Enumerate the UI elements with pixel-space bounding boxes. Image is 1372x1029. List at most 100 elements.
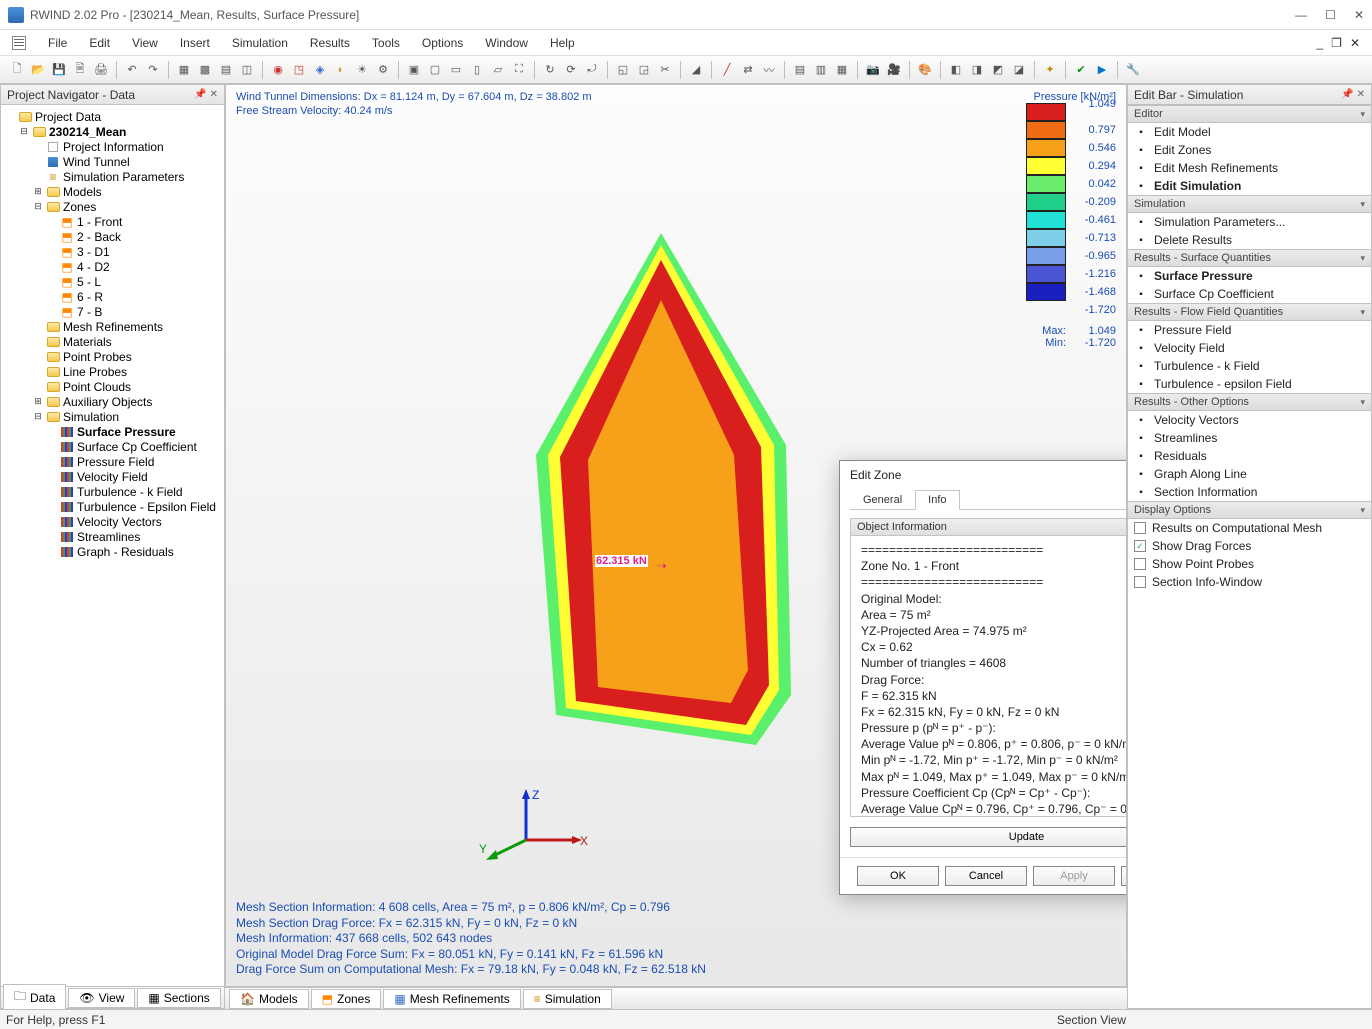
- layers3-icon[interactable]: ▦: [833, 61, 851, 79]
- tree-item[interactable]: Velocity Vectors: [3, 514, 222, 529]
- cancel-button[interactable]: Cancel: [945, 866, 1027, 886]
- view5-icon[interactable]: ▱: [489, 61, 507, 79]
- viewport-3d[interactable]: Wind Tunnel Dimensions: Dx = 81.124 m, D…: [225, 84, 1127, 987]
- tree-item[interactable]: Streamlines: [3, 529, 222, 544]
- tool-camera-icon[interactable]: 🎥: [885, 61, 903, 79]
- overlay-icon[interactable]: ◫: [238, 61, 256, 79]
- tree-item[interactable]: Surface Cp Coefficient: [3, 439, 222, 454]
- persp-icon[interactable]: ◲: [635, 61, 653, 79]
- tab-sections[interactable]: ▦Sections: [137, 988, 220, 1008]
- check-icon[interactable]: ✔: [1072, 61, 1090, 79]
- tree-item[interactable]: Materials: [3, 334, 222, 349]
- tree-item[interactable]: Pressure Field: [3, 454, 222, 469]
- tree-item[interactable]: ⊟Simulation: [3, 409, 222, 424]
- view4-icon[interactable]: ▯: [468, 61, 486, 79]
- menu-window[interactable]: Window: [485, 36, 528, 50]
- paint-icon[interactable]: 🎨: [916, 61, 934, 79]
- camera-icon[interactable]: 📷: [864, 61, 882, 79]
- tree-item[interactable]: ⬒7 - B: [3, 304, 222, 319]
- btab-mesh[interactable]: ▦Mesh Refinements: [383, 989, 520, 1009]
- rs-section[interactable]: Results - Flow Field Quantities▾: [1128, 303, 1371, 321]
- object-info-text[interactable]: ==========================Zone No. 1 - F…: [851, 536, 1127, 816]
- rs-item[interactable]: ▪Edit Zones: [1128, 141, 1371, 159]
- rs-item[interactable]: ▪Velocity Vectors: [1128, 411, 1371, 429]
- new-icon[interactable]: 🗋: [8, 61, 26, 79]
- tree-item[interactable]: ⬒3 - D1: [3, 244, 222, 259]
- redo-icon[interactable]: ↷: [144, 61, 162, 79]
- tree-item[interactable]: ⊞Auxiliary Objects: [3, 394, 222, 409]
- mdi-close-icon[interactable]: ✕: [1350, 36, 1360, 50]
- mdi-restore-icon[interactable]: ❐: [1331, 36, 1342, 50]
- extra4-icon[interactable]: ◪: [1010, 61, 1028, 79]
- tree-item[interactable]: Wind Tunnel: [3, 154, 222, 169]
- tab-info[interactable]: Info: [915, 490, 959, 510]
- tree-item[interactable]: Line Probes: [3, 364, 222, 379]
- tree-item[interactable]: Graph - Residuals: [3, 544, 222, 559]
- arrows-icon[interactable]: ⇄: [739, 61, 757, 79]
- menu-simulation[interactable]: Simulation: [232, 36, 288, 50]
- tree-item[interactable]: ⬒4 - D2: [3, 259, 222, 274]
- rs-item[interactable]: ▪Edit Mesh Refinements: [1128, 159, 1371, 177]
- view3-icon[interactable]: ▭: [447, 61, 465, 79]
- tree-item[interactable]: ⬒5 - L: [3, 274, 222, 289]
- menu-options[interactable]: Options: [422, 36, 463, 50]
- tree-item[interactable]: Point Probes: [3, 349, 222, 364]
- refresh-icon[interactable]: ⟳: [562, 61, 580, 79]
- menu-results[interactable]: Results: [310, 36, 350, 50]
- play-icon[interactable]: ▶: [1093, 61, 1111, 79]
- wand-icon[interactable]: ✦: [1041, 61, 1059, 79]
- apply-button[interactable]: Apply: [1033, 866, 1115, 886]
- print-icon[interactable]: 🖨: [92, 61, 110, 79]
- view2-icon[interactable]: ▢: [426, 61, 444, 79]
- rs-section[interactable]: Results - Surface Quantities▾: [1128, 249, 1371, 267]
- rs-section[interactable]: Editor▾: [1128, 105, 1371, 123]
- save-as-icon[interactable]: 🗎: [71, 61, 89, 79]
- results5-icon[interactable]: ☀: [353, 61, 371, 79]
- editbar-pin-icon[interactable]: 📌 ✕: [1341, 89, 1365, 100]
- menu-help[interactable]: Help: [550, 36, 575, 50]
- rs-item[interactable]: ▪Edit Model: [1128, 123, 1371, 141]
- extra2-icon[interactable]: ◨: [968, 61, 986, 79]
- nav-tree[interactable]: Project Data⊟230214_MeanProject Informat…: [1, 105, 224, 986]
- btab-sim[interactable]: ≡Simulation: [523, 989, 612, 1009]
- tab-data[interactable]: 🗀Data: [3, 984, 66, 1011]
- view1-icon[interactable]: ▣: [405, 61, 423, 79]
- rs-item[interactable]: ▪Section Information: [1128, 483, 1371, 501]
- rs-item[interactable]: ▪Graph Along Line: [1128, 465, 1371, 483]
- results2-icon[interactable]: ◳: [290, 61, 308, 79]
- help-button[interactable]: Help: [1121, 866, 1127, 886]
- tree-item[interactable]: Project Information: [3, 139, 222, 154]
- tree-item[interactable]: ≡Simulation Parameters: [3, 169, 222, 184]
- tree-item[interactable]: Point Clouds: [3, 379, 222, 394]
- save-icon[interactable]: 💾: [50, 61, 68, 79]
- rs-item[interactable]: ▪Turbulence - epsilon Field: [1128, 375, 1371, 393]
- rs-check-item[interactable]: Show Point Probes: [1128, 555, 1371, 573]
- update-button[interactable]: Update: [850, 827, 1127, 847]
- render1-icon[interactable]: ◢: [687, 61, 705, 79]
- tree-item[interactable]: ⬒1 - Front: [3, 214, 222, 229]
- results1-icon[interactable]: ◉: [269, 61, 287, 79]
- rs-check-item[interactable]: Section Info-Window: [1128, 573, 1371, 591]
- tree-item[interactable]: Velocity Field: [3, 469, 222, 484]
- rs-item[interactable]: ▪Velocity Field: [1128, 339, 1371, 357]
- mdi-minimize-icon[interactable]: _: [1316, 36, 1323, 50]
- results4-icon[interactable]: ◐: [332, 61, 350, 79]
- layers2-icon[interactable]: ▥: [812, 61, 830, 79]
- snap-icon[interactable]: ▩: [196, 61, 214, 79]
- results3-icon[interactable]: ◈: [311, 61, 329, 79]
- rs-section[interactable]: Simulation▾: [1128, 195, 1371, 213]
- rs-item[interactable]: ▪Surface Pressure: [1128, 267, 1371, 285]
- iso-icon[interactable]: ◱: [614, 61, 632, 79]
- rs-check-item[interactable]: Results on Computational Mesh: [1128, 519, 1371, 537]
- btab-zones[interactable]: ⬒Zones: [311, 989, 382, 1009]
- tab-general[interactable]: General: [850, 490, 915, 510]
- rs-item[interactable]: ▪Pressure Field: [1128, 321, 1371, 339]
- ok-button[interactable]: OK: [857, 866, 939, 886]
- rotate2-icon[interactable]: ⤾: [583, 61, 601, 79]
- rs-item[interactable]: ▪Streamlines: [1128, 429, 1371, 447]
- stream-icon[interactable]: 〰: [760, 61, 778, 79]
- hamburger-icon[interactable]: [12, 36, 26, 50]
- rs-section[interactable]: Results - Other Options▾: [1128, 393, 1371, 411]
- tree-item[interactable]: Turbulence - Epsilon Field: [3, 499, 222, 514]
- menu-tools[interactable]: Tools: [372, 36, 400, 50]
